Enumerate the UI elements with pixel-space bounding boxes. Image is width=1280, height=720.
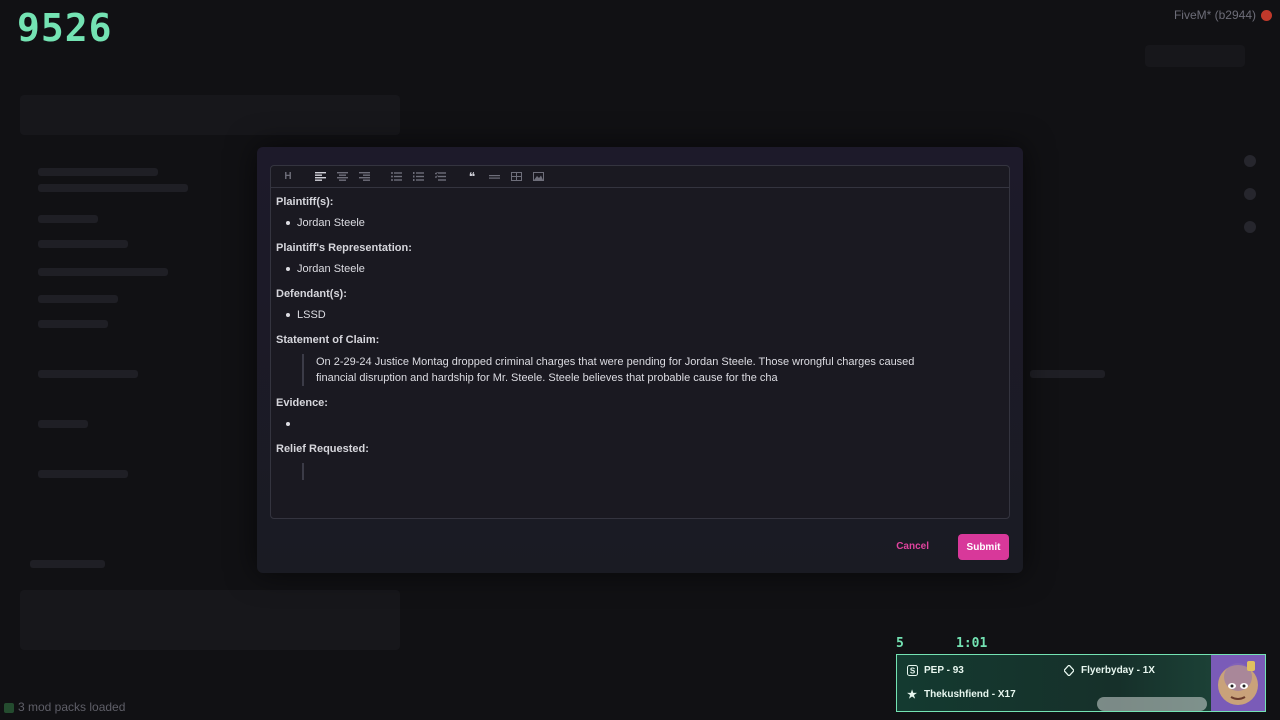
bg-line (38, 295, 118, 303)
cloud-decoration (1097, 697, 1207, 711)
align-left-icon (314, 172, 326, 181)
align-right-icon (358, 172, 370, 181)
editor-toolbar: H ❝ (271, 166, 1009, 188)
claim-modal: H ❝ Plaintiff(s): Jordan Steele Plaintif… (257, 147, 1023, 573)
hud-header: 5 1:01 (896, 636, 987, 651)
bg-panel (20, 590, 400, 650)
mod-packs-status: 3 mod packs loaded (4, 700, 125, 714)
task-list-icon (434, 172, 446, 181)
horizontal-rule-icon (488, 175, 500, 179)
submit-button[interactable]: Submit (958, 534, 1009, 560)
evidence-list (276, 417, 1004, 431)
hud-timer: 1:01 (956, 636, 988, 651)
bullet-list-button[interactable] (385, 168, 407, 186)
hud-player-2: Flyerbyday - 1X (1081, 664, 1155, 676)
relief-blockquote (302, 463, 1004, 480)
bg-line (38, 168, 158, 176)
align-left-button[interactable] (309, 168, 331, 186)
plaintiffs-list: Jordan Steele (276, 216, 1004, 230)
horizontal-rule-button[interactable] (483, 168, 505, 186)
evidence-heading: Evidence: (276, 397, 328, 409)
bg-line (38, 320, 108, 328)
bg-icon (1244, 221, 1256, 233)
representation-heading: Plaintiff's Representation: (276, 242, 412, 254)
bg-line (38, 240, 128, 248)
list-item (286, 417, 1004, 431)
bg-line (38, 370, 138, 378)
table-button[interactable] (505, 168, 527, 186)
editor-content[interactable]: Plaintiff(s): Jordan Steele Plaintiff's … (271, 188, 1009, 480)
bg-line (38, 420, 88, 428)
claim-blockquote: On 2-29-24 Justice Montag dropped crimin… (302, 354, 956, 386)
fivem-build-text: FiveM* (b2944) (1173, 8, 1256, 22)
svg-text:S: S (909, 666, 915, 675)
fivem-build-label: FiveM* (b2944) (1174, 8, 1272, 22)
list-item: LSSD (286, 308, 1004, 322)
mod-pack-icon (4, 702, 14, 713)
quote-icon: ❝ (468, 169, 476, 184)
bg-line (38, 184, 188, 192)
bg-line (38, 215, 98, 223)
task-list-button[interactable] (429, 168, 451, 186)
ordered-list-button[interactable] (407, 168, 429, 186)
plaintiffs-heading: Plaintiff(s): (276, 196, 334, 208)
rich-text-editor[interactable]: H ❝ Plaintiff(s): Jordan Steele Plaintif… (270, 165, 1010, 519)
relief-heading: Relief Requested: (276, 443, 369, 455)
bullet-list-icon (390, 172, 402, 181)
claim-heading: Statement of Claim: (276, 334, 380, 346)
bg-line (1030, 370, 1105, 378)
defendants-heading: Defendant(s): (276, 288, 347, 300)
list-item: Jordan Steele (286, 262, 1004, 276)
blockquote-button[interactable]: ❝ (461, 168, 483, 186)
cancel-button[interactable]: Cancel (888, 534, 937, 559)
defendants-list: LSSD (276, 308, 1004, 322)
team-logo-icon: S (906, 664, 918, 676)
rank-diamond-icon (1063, 664, 1075, 676)
streamer-avatar (1211, 655, 1265, 711)
hud-player-row: ★ Thekushfiend - X17 (906, 688, 1016, 701)
bg-line (30, 560, 105, 568)
align-right-button[interactable] (353, 168, 375, 186)
hud-player-row: S PEP - 93 (906, 664, 964, 676)
counter-display: 9526 (17, 6, 113, 50)
bg-icon (1244, 155, 1256, 167)
hud-player-row: Flyerbyday - 1X (1063, 664, 1155, 676)
hud-player-1: PEP - 93 (924, 664, 964, 676)
bg-line (38, 470, 128, 478)
align-center-button[interactable] (331, 168, 353, 186)
mod-packs-text: 3 mod packs loaded (18, 700, 126, 714)
bg-icon (1244, 188, 1256, 200)
image-button[interactable] (527, 168, 549, 186)
align-center-icon (336, 172, 348, 181)
bg-button (1145, 45, 1245, 67)
hud-player-3: Thekushfiend - X17 (924, 688, 1016, 700)
list-item: Jordan Steele (286, 216, 1004, 230)
hud-left-number: 5 (896, 636, 904, 651)
representation-list: Jordan Steele (276, 262, 1004, 276)
star-icon: ★ (907, 688, 917, 701)
fivem-status-icon (1261, 9, 1272, 21)
bg-line (38, 268, 168, 276)
hud-panel: S PEP - 93 Flyerbyday - 1X ★ Thekushfien… (896, 654, 1266, 712)
heading-icon: H (284, 171, 292, 182)
ordered-list-icon (412, 172, 424, 181)
table-icon (510, 172, 522, 181)
image-icon (532, 172, 544, 181)
heading-button[interactable]: H (277, 168, 299, 186)
bg-header (20, 95, 400, 135)
